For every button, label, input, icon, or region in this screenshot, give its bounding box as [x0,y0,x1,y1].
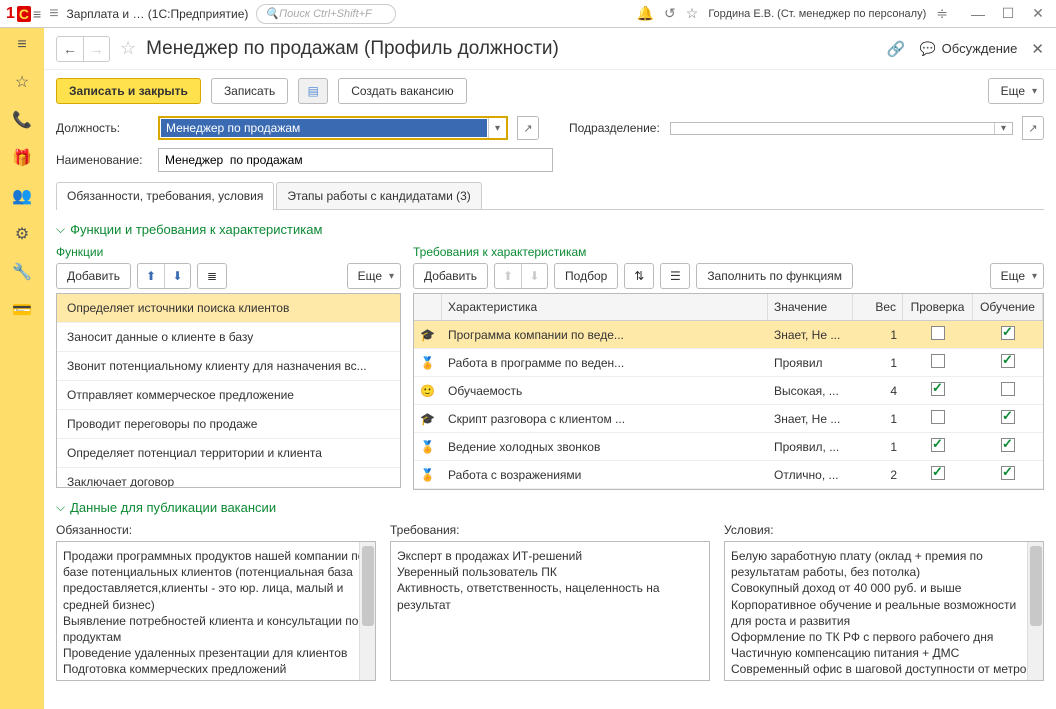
reqs-label: Требования: [390,523,710,537]
reqs-more-button[interactable]: Еще [990,263,1044,289]
list-item[interactable]: Заключает договор [57,468,400,488]
section-pub[interactable]: Данные для публикации вакансии [56,500,1044,515]
close-tab-button[interactable]: ✕ [1031,40,1044,58]
link-icon[interactable]: 🔗 [887,40,906,58]
dropdown-icon[interactable]: ▾ [488,118,506,138]
list-item[interactable]: Звонит потенциальному клиенту для назнач… [57,352,400,381]
department-input[interactable]: ▾ [670,122,1013,135]
duties-text[interactable]: Продажи программных продуктов нашей комп… [56,541,376,681]
duties-label: Обязанности: [56,523,376,537]
open-button[interactable]: ↗ [1022,116,1044,140]
list-item[interactable]: Определяет потенциал территории и клиент… [57,439,400,468]
move-up-button[interactable]: ⬆ [138,264,164,288]
col-weight[interactable]: Вес [853,294,903,320]
card-icon[interactable]: 💳 [12,300,32,320]
maximize-button[interactable]: ☐ [996,4,1020,24]
tab-stages[interactable]: Этапы работы с кандидатами (3) [276,182,481,209]
add-req-button[interactable]: Добавить [413,263,488,289]
open-button[interactable]: ↗ [517,116,539,140]
conds-label: Условия: [724,523,1044,537]
list-item[interactable]: Отправляет коммерческое предложение [57,381,400,410]
fill-button[interactable]: Заполнить по функциям [696,263,853,289]
add-func-button[interactable]: Добавить [56,263,131,289]
list-item[interactable]: Заносит данные о клиенте в базу [57,323,400,352]
gift-icon[interactable]: 🎁 [12,148,32,168]
conds-text[interactable]: Белую заработную плату (оклад + премия п… [724,541,1044,681]
move-arrows: ⬆ ⬇ [137,263,191,289]
reqs-table: Характеристика Значение Вес Проверка Обу… [413,293,1044,490]
search-input[interactable]: 🔍 Поиск Ctrl+Shift+F [256,4,396,24]
bell-icon[interactable]: 🔔 [637,5,654,22]
history-icon[interactable]: ↺ [664,5,676,22]
app-title: Зарплата и … (1С:Предприятие) [67,7,249,21]
table-row[interactable]: 🎓Программа компании по веде...Знает, Не … [414,321,1043,349]
col-check[interactable]: Проверка [903,294,973,320]
table-row[interactable]: 🎓Скрипт разговора с клиентом ...Знает, Н… [414,405,1043,433]
settings-icon[interactable]: ≑ [936,5,948,22]
table-row[interactable]: 🏅Ведение холодных звонковПроявил, ...1 [414,433,1043,461]
burger-icon[interactable]: ≡ [49,5,58,23]
titlebar: 1С≡ ≡ Зарплата и … (1С:Предприятие) 🔍 По… [0,0,1056,28]
sort-button[interactable]: ⇅ [624,263,654,289]
department-label: Подразделение: [569,121,660,135]
move-up-button[interactable]: ⬆ [495,264,521,288]
forward-button[interactable]: → [83,37,109,61]
create-vacancy-button[interactable]: Создать вакансию [338,78,466,104]
back-button[interactable]: ← [57,37,83,61]
discuss-button[interactable]: 💬 Обсуждение [919,41,1017,57]
funcs-head: Функции [56,245,401,259]
col-val[interactable]: Значение [768,294,853,320]
phone-icon[interactable]: 📞 [12,110,32,130]
funcs-more-button[interactable]: Еще [347,263,401,289]
table-row[interactable]: 🏅Работа в программе по веден...Проявил1 [414,349,1043,377]
tabs: Обязанности, требования, условия Этапы р… [56,182,1044,210]
table-row[interactable]: 🏅Работа с возражениямиОтлично, ...2 [414,461,1043,489]
name-label: Наименование: [56,153,148,167]
col-char[interactable]: Характеристика [442,294,768,320]
menu-icon[interactable]: ≡ [17,36,26,54]
star-icon[interactable]: ☆ [686,5,699,22]
list-item[interactable]: Определяет источники поиска клиентов [57,294,400,323]
page-title: Менеджер по продажам (Профиль должности) [146,38,559,60]
gear-icon[interactable]: ⚙ [15,224,29,244]
save-button[interactable]: Записать [211,78,288,104]
move-down-button[interactable]: ⬇ [164,264,190,288]
position-input[interactable]: Менеджер по продажам ▾ [158,116,508,140]
reqs-text[interactable]: Эксперт в продажах ИТ-решений Уверенный … [390,541,710,681]
close-window-button[interactable]: ✕ [1026,4,1050,24]
table-row[interactable]: 🙂ОбучаемостьВысокая, ...4 [414,377,1043,405]
dropdown-icon[interactable]: ▾ [994,123,1012,134]
name-input[interactable] [158,148,553,172]
form-button[interactable]: ▤ [298,78,328,104]
toolbar: Записать и закрыть Записать ▤ Создать ва… [44,70,1056,112]
more-button[interactable]: Еще [988,78,1044,104]
section-chars[interactable]: Функции и требования к характеристикам [56,222,1044,237]
reqs-head: Требования к характеристикам [413,245,1044,259]
favorite-icon[interactable]: ☆ [120,38,136,59]
user-name[interactable]: Гордина Е.В. (Ст. менеджер по персоналу) [708,8,926,20]
col-train[interactable]: Обучение [973,294,1043,320]
logo: 1С≡ [6,5,41,23]
sidebar: ≡ ☆ 📞 🎁 👥 ⚙ 🔧 💳 [0,28,44,709]
wrench-icon[interactable]: 🔧 [12,262,32,282]
page-header: ← → ☆ Менеджер по продажам (Профиль долж… [44,28,1056,70]
position-label: Должность: [56,121,148,135]
filter-button[interactable]: ☰ [660,263,690,289]
minimize-button[interactable]: — [966,4,990,24]
save-close-button[interactable]: Записать и закрыть [56,78,201,104]
move-down-button[interactable]: ⬇ [521,264,547,288]
list-button[interactable]: ≣ [197,263,227,289]
star2-icon[interactable]: ☆ [15,72,29,92]
funcs-list[interactable]: Определяет источники поиска клиентовЗано… [56,293,401,488]
people-icon[interactable]: 👥 [12,186,32,206]
tab-duties[interactable]: Обязанности, требования, условия [56,182,274,209]
list-item[interactable]: Проводит переговоры по продаже [57,410,400,439]
pick-button[interactable]: Подбор [554,263,618,289]
